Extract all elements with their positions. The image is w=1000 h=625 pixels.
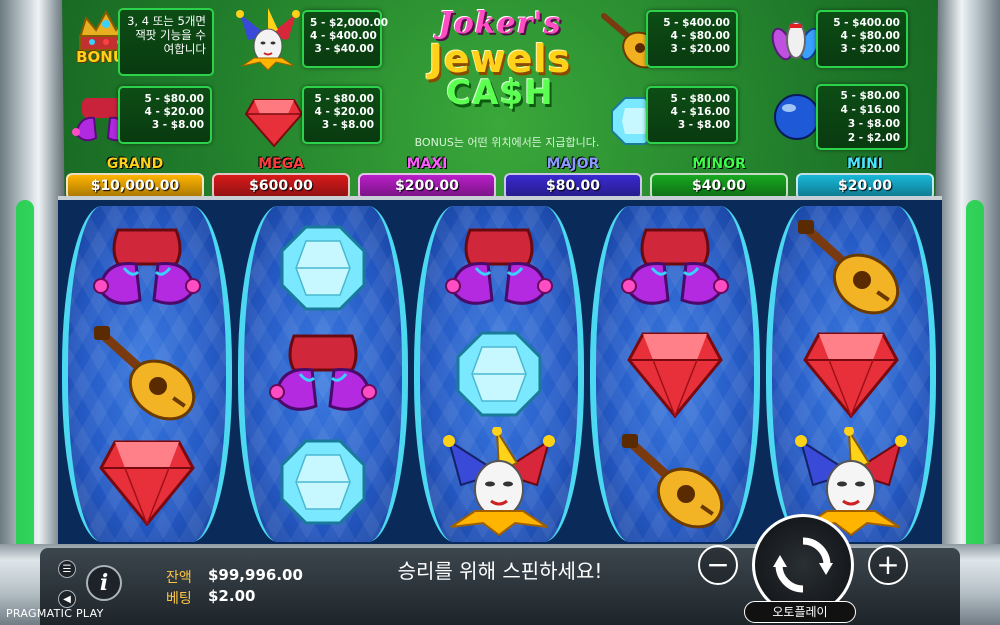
pay-row: 4 - $16.00 (840, 104, 901, 116)
pay-row: 3 - $20.00 (840, 43, 901, 55)
jackpot-label: MAXI (406, 156, 448, 172)
reel-2 (238, 206, 408, 542)
jackpot-label: MINI (846, 156, 884, 172)
brand-label: PRAGMATIC PLAY (6, 607, 104, 620)
shoes-symbol-icon (268, 326, 378, 427)
shoes-symbol-icon (620, 220, 730, 321)
autoplay-button[interactable]: 오토플레이 (744, 601, 856, 623)
lute-symbol-icon (92, 324, 202, 429)
bonus-pay-note: BONUS는 어떤 위치에서든 지급합니다. (414, 136, 600, 149)
reel-area (58, 196, 942, 544)
bet-label: 베팅 (166, 591, 192, 607)
paytable-lute: 5 - $400.00 4 - $80.00 3 - $20.00 (646, 10, 738, 68)
bonus-description: 3, 4 또는 5개면 잭팟 기능을 수여합니다 (118, 8, 214, 76)
reel-5 (766, 206, 936, 542)
ruby-symbol-icon (625, 328, 725, 425)
paytable-jester: 5 - $2,000.00 4 - $400.00 3 - $40.00 (302, 10, 389, 68)
minus-icon: − (706, 548, 730, 581)
jackpot-label: MEGA (258, 156, 304, 172)
ruby-paytable-icon (244, 94, 304, 153)
shoes-symbol-icon (92, 220, 202, 321)
pay-row: 3 - $20.00 (670, 43, 731, 55)
pay-row: 5 - $80.00 (314, 93, 375, 105)
status-message: 승리를 위해 스핀하세요! (397, 559, 603, 583)
diamond-symbol-icon (280, 225, 366, 316)
pay-row: 3 - $40.00 (314, 43, 375, 55)
spin-arrows-icon (773, 537, 833, 593)
pay-row: 5 - $80.00 (840, 90, 901, 102)
shoes-symbol-icon (444, 220, 554, 321)
pay-row: 3 - $8.00 (321, 119, 374, 131)
pay-row: 5 - $80.00 (144, 93, 205, 105)
blue-orb-paytable-icon (772, 92, 822, 147)
jackpot-label: GRAND (106, 156, 164, 172)
ruby-symbol-icon (801, 328, 901, 425)
cabinet-light-left (16, 200, 34, 560)
jester-symbol-icon (439, 426, 559, 542)
menu-button[interactable]: ☰ (58, 560, 76, 578)
reel-3 (414, 206, 584, 542)
bet-value: $2.00 (208, 587, 256, 605)
pay-row: 5 - $400.00 (663, 17, 730, 29)
increase-bet-button[interactable]: + (868, 545, 908, 585)
reel-4 (590, 206, 760, 542)
reel-1 (62, 206, 232, 542)
sound-button[interactable]: ◀ (58, 590, 76, 608)
pay-row: 4 - $400.00 (310, 30, 377, 42)
menu-icon: ☰ (62, 563, 72, 575)
pay-row: 5 - $80.00 (670, 93, 731, 105)
balance-value: $99,996.00 (208, 566, 303, 584)
paytable-orb: 5 - $80.00 4 - $16.00 3 - $8.00 2 - $2.0… (816, 84, 908, 150)
jackpot-label: MINOR (692, 156, 746, 172)
pay-row: 5 - $400.00 (833, 17, 900, 29)
pay-row: 2 - $2.00 (847, 132, 900, 144)
plus-icon: + (876, 548, 900, 581)
paytable-bowling-pins: 5 - $400.00 4 - $80.00 3 - $20.00 (816, 10, 908, 68)
speaker-icon: ◀ (63, 593, 71, 605)
balance-label: 잔액 (166, 570, 192, 586)
ruby-symbol-icon (97, 436, 197, 533)
pay-row: 5 - $2,000.00 (310, 17, 389, 29)
pay-row: 3 - $8.00 (677, 119, 730, 131)
paytable-ruby: 5 - $80.00 4 - $20.00 3 - $8.00 (302, 86, 382, 144)
pay-row: 4 - $20.00 (314, 106, 375, 118)
paytable-diamond: 5 - $80.00 4 - $16.00 3 - $8.00 (646, 86, 738, 144)
logo-line-1: Joker's (438, 6, 562, 41)
game-logo: Joker's Jewels CA$H (420, 6, 580, 126)
pay-row: 4 - $20.00 (144, 106, 205, 118)
pay-row: 3 - $8.00 (847, 118, 900, 130)
pay-row: 3 - $8.00 (151, 119, 204, 131)
pay-row: 4 - $80.00 (670, 30, 731, 42)
cabinet-light-right (966, 200, 984, 560)
paytable-shoes: 5 - $80.00 4 - $20.00 3 - $8.00 (118, 86, 212, 144)
decrease-bet-button[interactable]: − (698, 545, 738, 585)
pay-row: 4 - $16.00 (670, 106, 731, 118)
jackpot-label: MAJOR (546, 156, 600, 172)
diamond-symbol-icon (280, 439, 366, 530)
pay-row: 4 - $80.00 (840, 30, 901, 42)
lute-symbol-icon (620, 432, 730, 537)
jester-paytable-icon (234, 6, 302, 77)
info-icon: i (99, 570, 109, 596)
info-button[interactable]: i (86, 565, 122, 601)
game-screen: BONUS 3, 4 또는 5개면 잭팟 기능을 수여합니다 5 - $2,00… (0, 0, 1000, 625)
lute-symbol-icon (796, 218, 906, 323)
diamond-symbol-icon (456, 331, 542, 422)
